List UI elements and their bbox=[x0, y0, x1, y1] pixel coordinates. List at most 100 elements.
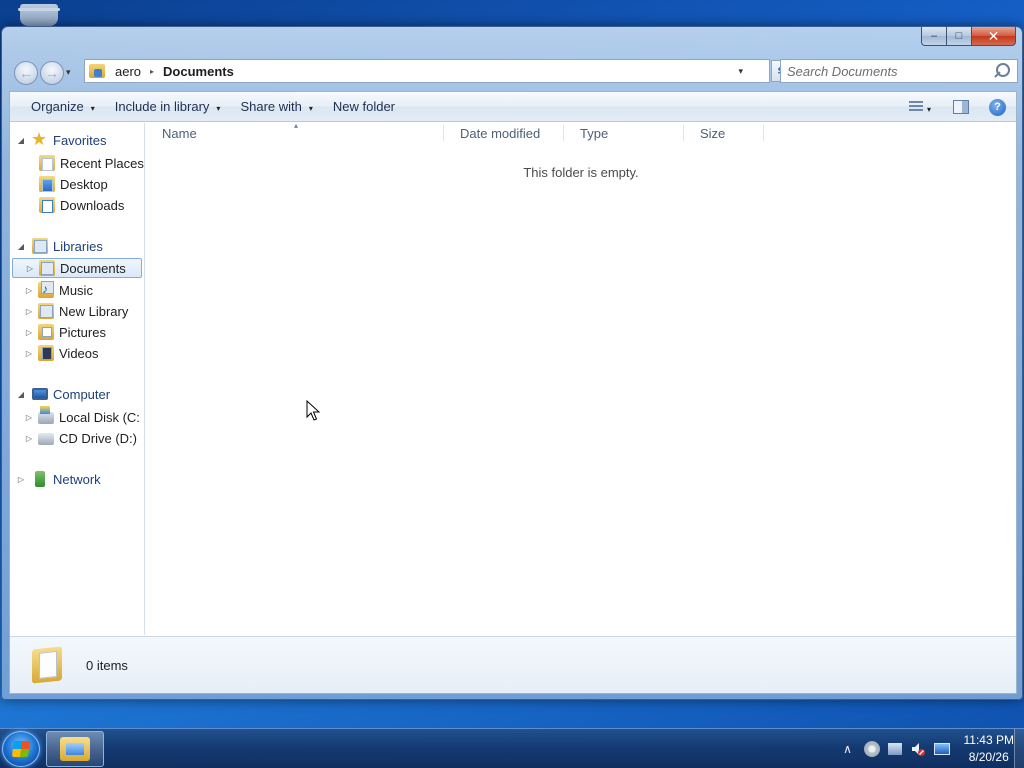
recent-places-icon bbox=[39, 155, 55, 171]
desktop-label: Desktop bbox=[60, 176, 108, 192]
local-disk-icon bbox=[38, 406, 54, 424]
expander-icon[interactable]: ▷ bbox=[24, 349, 34, 358]
expander-icon[interactable]: ◢ bbox=[16, 136, 26, 145]
column-name[interactable]: Name ▴ bbox=[146, 121, 444, 143]
file-list[interactable]: Name ▴ Date modified Type Size This fold bbox=[146, 121, 1016, 635]
cd-tray-icon[interactable] bbox=[863, 741, 880, 757]
organize-button[interactable]: Organize ▾ bbox=[31, 99, 95, 114]
minimize-button[interactable]: – bbox=[921, 27, 947, 46]
address-bar[interactable]: aero ▸ Documents ▾ ⇆ bbox=[84, 59, 795, 83]
new-folder-label: New folder bbox=[332, 99, 396, 114]
videos-label: Videos bbox=[59, 345, 99, 361]
change-view-icon[interactable] bbox=[908, 101, 923, 113]
column-size[interactable]: Size bbox=[684, 123, 764, 143]
tree-libraries[interactable]: ◢ Libraries bbox=[16, 236, 103, 256]
expander-icon[interactable]: ▷ bbox=[24, 434, 34, 443]
tree-new-library[interactable]: ▷ New Library bbox=[24, 301, 128, 321]
folder-icon bbox=[32, 646, 62, 684]
address-history-dropdown-icon[interactable]: ▾ bbox=[738, 66, 743, 77]
expander-icon[interactable]: ◢ bbox=[16, 242, 26, 251]
computer-label: Computer bbox=[53, 386, 111, 402]
tree-favorites[interactable]: ◢ Favorites bbox=[16, 129, 107, 150]
tree-music[interactable]: ▷ Music bbox=[24, 280, 93, 300]
breadcrumb-aero[interactable]: aero bbox=[115, 64, 141, 79]
search-box[interactable] bbox=[780, 59, 1018, 83]
column-headers: Name ▴ Date modified Type Size bbox=[146, 121, 1016, 143]
recycle-bin-icon[interactable] bbox=[18, 4, 60, 26]
back-button[interactable]: ← bbox=[14, 61, 38, 85]
downloads-folder-icon bbox=[39, 197, 55, 213]
computer-icon bbox=[32, 388, 48, 400]
expander-icon[interactable]: ▷ bbox=[24, 328, 34, 337]
breadcrumb-separator-icon[interactable]: ▸ bbox=[150, 67, 154, 76]
tree-cd-drive[interactable]: ▷ CD Drive (D:) bbox=[24, 428, 137, 448]
search-input[interactable] bbox=[787, 63, 993, 79]
tree-recent-places[interactable]: Recent Places bbox=[39, 153, 144, 173]
show-hidden-icons-icon[interactable]: ∧ bbox=[840, 741, 856, 757]
tree-downloads[interactable]: Downloads bbox=[39, 195, 124, 215]
cd-drive-icon bbox=[38, 433, 54, 445]
navigation-pane: ◢ Favorites Recent Places Desktop Downlo… bbox=[10, 123, 145, 635]
taskbar-explorer-button[interactable] bbox=[46, 731, 104, 767]
include-in-library-button[interactable]: Include in library ▾ bbox=[115, 99, 221, 114]
breadcrumb-documents[interactable]: Documents bbox=[163, 64, 234, 79]
local-disk-label: Local Disk (C: bbox=[59, 409, 140, 425]
music-library-icon bbox=[38, 281, 54, 298]
network-tray-icon[interactable] bbox=[887, 743, 902, 755]
column-type[interactable]: Type bbox=[564, 123, 684, 143]
libraries-label: Libraries bbox=[53, 238, 103, 254]
empty-folder-message: This folder is empty. bbox=[523, 165, 639, 180]
recent-places-label: Recent Places bbox=[60, 155, 144, 171]
item-count: 0 items bbox=[86, 657, 128, 673]
chevron-down-icon: ▾ bbox=[216, 104, 221, 113]
expander-icon[interactable]: ▷ bbox=[24, 286, 34, 295]
recent-pages-dropdown[interactable]: ▾ bbox=[66, 67, 78, 89]
expander-icon[interactable]: ▷ bbox=[16, 475, 26, 484]
share-with-button[interactable]: Share with ▾ bbox=[240, 99, 312, 114]
tree-computer[interactable]: ◢ Computer bbox=[16, 384, 110, 404]
pictures-label: Pictures bbox=[59, 324, 106, 340]
help-icon[interactable]: ? bbox=[989, 98, 1006, 116]
tree-network[interactable]: ▷ Network bbox=[16, 469, 101, 489]
column-size-label: Size bbox=[700, 125, 726, 141]
view-options-dropdown-icon[interactable]: ▾ bbox=[927, 105, 931, 114]
search-icon[interactable] bbox=[993, 62, 1011, 80]
column-date-modified[interactable]: Date modified bbox=[444, 123, 564, 143]
clock[interactable]: 11:43 PM 8/20/26 bbox=[964, 732, 1014, 766]
clock-time: 11:43 PM bbox=[963, 733, 1014, 747]
volume-muted-icon[interactable] bbox=[910, 741, 926, 757]
expander-icon[interactable]: ▷ bbox=[24, 307, 34, 316]
tree-pictures[interactable]: ▷ Pictures bbox=[24, 322, 106, 342]
sort-ascending-icon: ▴ bbox=[294, 121, 299, 130]
share-with-label: Share with bbox=[240, 99, 302, 114]
new-folder-button[interactable]: New folder bbox=[333, 99, 395, 114]
organize-label: Organize bbox=[31, 99, 84, 114]
start-button[interactable] bbox=[2, 731, 40, 767]
new-library-label: New Library bbox=[59, 303, 129, 319]
client-area: Organize ▾ Include in library ▾ Share wi… bbox=[9, 91, 1017, 694]
expander-icon[interactable]: ▷ bbox=[24, 413, 34, 422]
expander-icon[interactable]: ▷ bbox=[25, 264, 35, 273]
maximize-button[interactable]: □ bbox=[947, 27, 972, 46]
column-divider[interactable] bbox=[763, 125, 764, 141]
tree-local-disk[interactable]: ▷ Local Disk (C: bbox=[24, 406, 140, 427]
forward-button[interactable]: → bbox=[40, 61, 64, 85]
preview-pane-icon[interactable] bbox=[953, 100, 969, 114]
tree-videos[interactable]: ▷ Videos bbox=[24, 343, 99, 363]
chevron-down-icon: ▾ bbox=[90, 104, 95, 113]
star-icon bbox=[31, 129, 48, 150]
documents-label: Documents bbox=[60, 260, 126, 276]
column-date-modified-label: Date modified bbox=[460, 125, 541, 141]
close-button[interactable]: ✕ bbox=[972, 27, 1016, 46]
new-library-icon bbox=[38, 303, 54, 319]
command-bar-right: ▾ ? bbox=[908, 92, 1016, 122]
notification-area: ∧ 11:43 PM 8/20/26 bbox=[832, 729, 1014, 768]
show-desktop-button[interactable] bbox=[1014, 729, 1024, 768]
caption-buttons: – □ ✕ bbox=[921, 27, 1016, 46]
expander-icon[interactable]: ◢ bbox=[16, 390, 26, 399]
chevron-down-icon: ▾ bbox=[308, 104, 313, 113]
tree-documents[interactable]: ▷ Documents bbox=[12, 258, 142, 278]
tree-desktop[interactable]: Desktop bbox=[39, 174, 108, 194]
column-name-label: Name bbox=[162, 125, 197, 141]
display-tray-icon[interactable] bbox=[933, 743, 950, 755]
